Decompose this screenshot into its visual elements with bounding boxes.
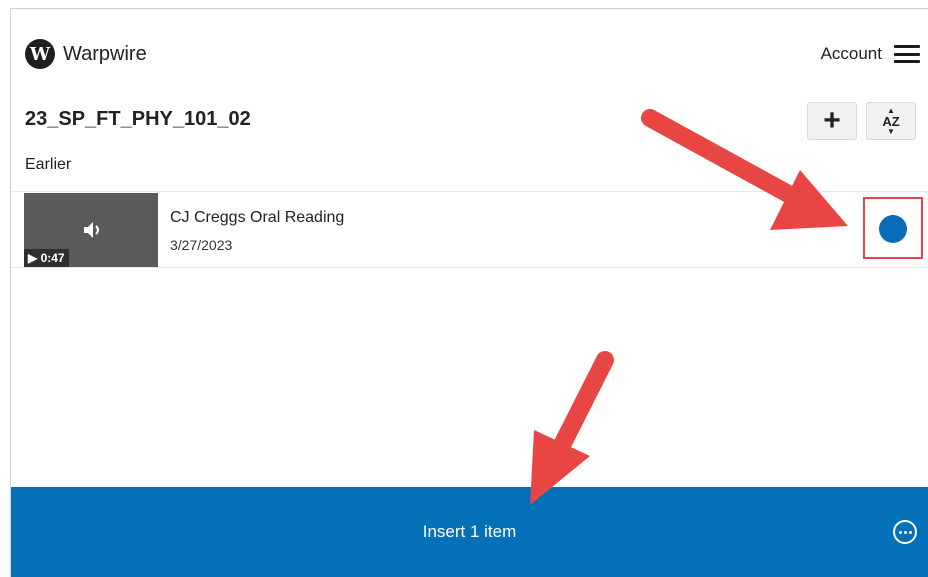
video-date: 3/27/2023 <box>170 237 233 253</box>
sort-button[interactable]: ▲ AZ ▼ <box>866 102 916 140</box>
select-radio-selected[interactable] <box>879 215 907 243</box>
insert-button[interactable]: Insert 1 item <box>11 487 868 577</box>
warpwire-panel: W Warpwire Account 23_SP_FT_PHY_101_02 +… <box>10 8 928 577</box>
hamburger-menu-icon[interactable] <box>894 45 920 63</box>
app-logo: W Warpwire <box>25 39 147 69</box>
account-label: Account <box>820 44 882 63</box>
account-menu-button[interactable]: Account <box>821 44 920 64</box>
footer-bar: Insert 1 item <box>11 487 928 577</box>
section-label: Earlier <box>25 156 72 173</box>
video-title: CJ Creggs Oral Reading <box>170 209 345 226</box>
sort-az-icon: ▲ AZ ▼ <box>882 105 900 136</box>
duration-badge: ▶ 0:47 <box>24 249 69 267</box>
course-title: 23_SP_FT_PHY_101_02 <box>25 108 251 130</box>
play-icon: ▶ <box>28 251 41 265</box>
app-name: Warpwire <box>63 42 147 65</box>
duration-label: 0:47 <box>40 251 65 265</box>
warpwire-logo-icon: W <box>25 39 55 69</box>
list-item[interactable]: ▶ 0:47 CJ Creggs Oral Reading 3/27/2023 <box>11 191 928 268</box>
header: W Warpwire Account <box>11 9 928 89</box>
speaker-icon <box>84 222 99 238</box>
video-thumbnail[interactable]: ▶ 0:47 <box>24 193 158 267</box>
plus-icon: + <box>823 104 841 137</box>
more-options-icon[interactable] <box>893 520 917 544</box>
add-button[interactable]: + <box>807 102 857 140</box>
